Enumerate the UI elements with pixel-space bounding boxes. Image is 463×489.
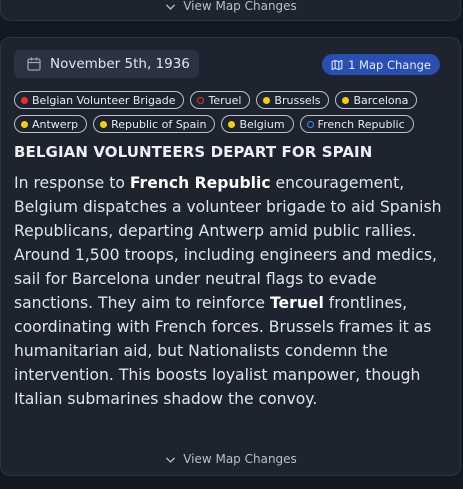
- entity-tags: Belgian Volunteer Brigade Teruel Brussel…: [14, 91, 444, 133]
- status-dot: [21, 96, 28, 104]
- event-description: In response to French Republic encourage…: [14, 171, 446, 411]
- map-change-badge[interactable]: 1 Map Change: [322, 54, 440, 75]
- entity-mention-french-republic: French Republic: [129, 174, 271, 192]
- previous-event-card: View Map Changes: [0, 0, 461, 21]
- tag-label: Teruel: [208, 93, 242, 107]
- tag-label: Belgium: [239, 117, 285, 131]
- view-map-changes-toggle[interactable]: View Map Changes: [1, 0, 460, 13]
- status-dot: [228, 120, 236, 128]
- event-card: November 5th, 1936 1 Map Change Belgian …: [0, 37, 461, 476]
- status-dot: [306, 120, 314, 128]
- status-dot: [197, 96, 205, 104]
- toggle-label: View Map Changes: [183, 452, 297, 466]
- tag-teruel[interactable]: Teruel: [190, 91, 251, 109]
- entity-mention-teruel: Teruel: [269, 294, 324, 312]
- description-text: encouragement, Belgium dispatches a volu…: [14, 174, 442, 312]
- tag-label: Brussels: [274, 93, 321, 107]
- status-dot: [342, 96, 350, 104]
- date-text: November 5th, 1936: [50, 56, 190, 72]
- toggle-label: View Map Changes: [183, 0, 297, 13]
- tag-label: Belgian Volunteer Brigade: [32, 93, 176, 107]
- calendar-icon: [27, 57, 41, 71]
- tag-belgian-volunteer-brigade[interactable]: Belgian Volunteer Brigade: [14, 91, 185, 109]
- view-map-changes-toggle[interactable]: View Map Changes: [1, 452, 460, 466]
- tag-label: French Republic: [317, 117, 405, 131]
- tag-barcelona[interactable]: Barcelona: [335, 91, 418, 109]
- tag-label: Republic of Spain: [111, 117, 207, 131]
- event-date: November 5th, 1936: [14, 50, 199, 78]
- tag-belgium[interactable]: Belgium: [221, 115, 294, 133]
- map-change-count: 1 Map Change: [348, 57, 431, 72]
- status-dot: [21, 120, 28, 128]
- tag-french-republic[interactable]: French Republic: [299, 115, 414, 133]
- tag-label: Barcelona: [353, 93, 409, 107]
- chevron-down-icon: [166, 3, 176, 10]
- status-dot: [263, 96, 271, 104]
- event-headline: BELGIAN VOLUNTEERS DEPART FOR SPAIN: [14, 143, 373, 161]
- description-text: In response to: [14, 174, 130, 192]
- tag-label: Antwerp: [32, 117, 79, 131]
- status-dot: [100, 120, 108, 128]
- chevron-down-icon: [166, 456, 176, 463]
- map-icon: [331, 59, 343, 70]
- tag-brussels[interactable]: Brussels: [256, 91, 330, 109]
- tag-republic-of-spain[interactable]: Republic of Spain: [93, 115, 216, 133]
- tag-antwerp[interactable]: Antwerp: [14, 115, 88, 133]
